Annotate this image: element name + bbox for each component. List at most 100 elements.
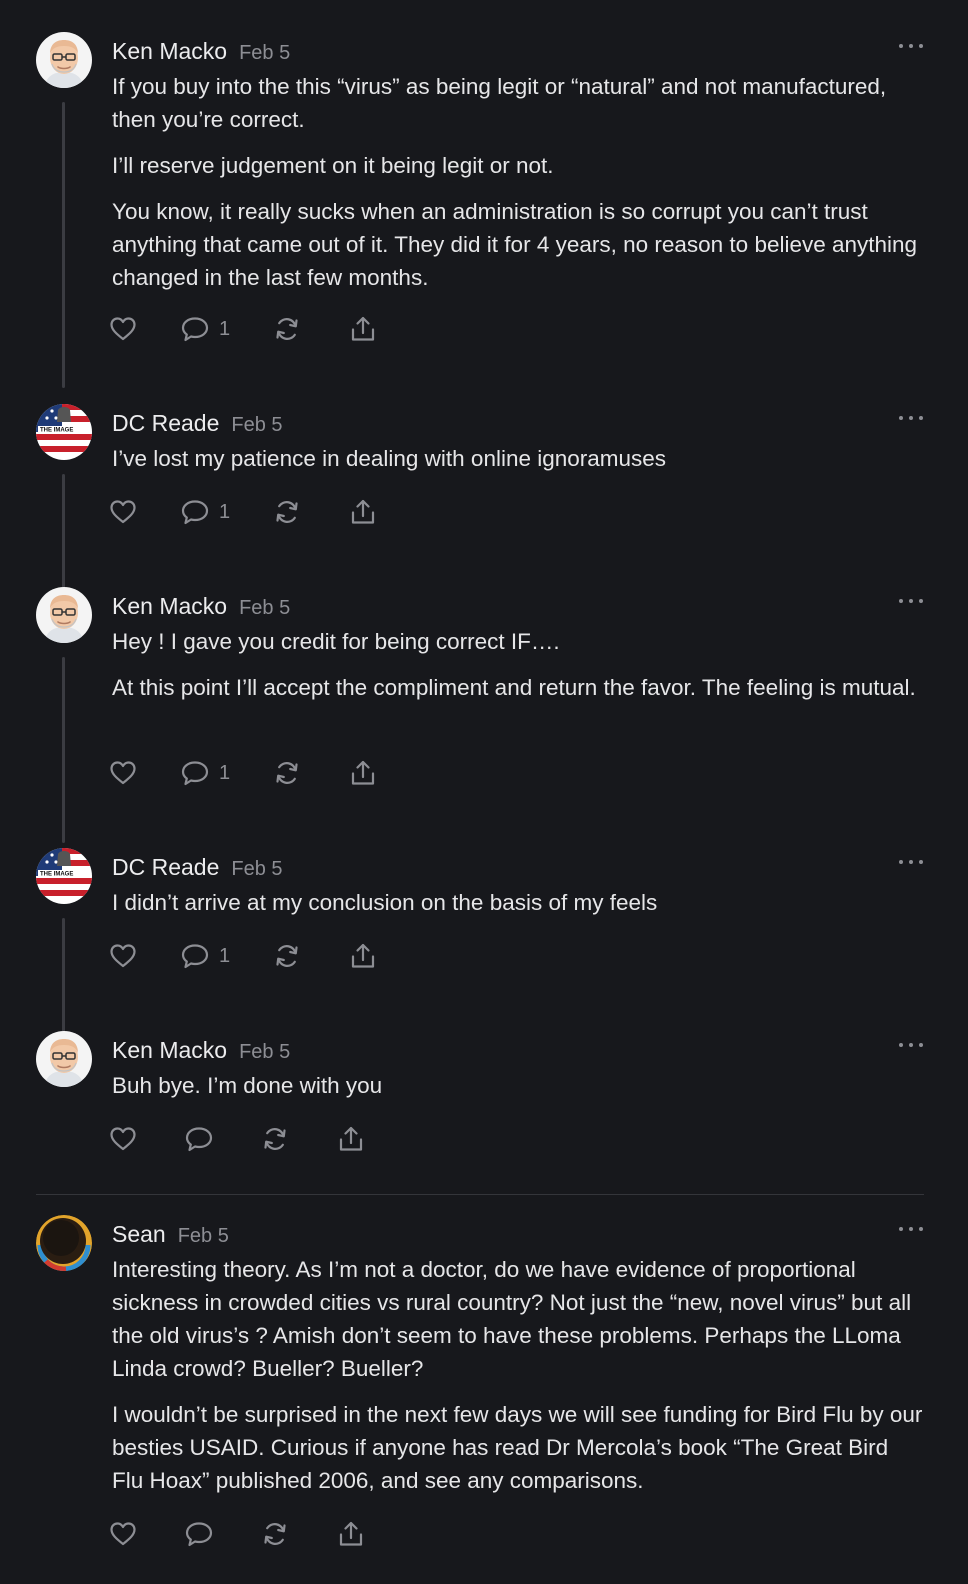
comment-body: I’ve lost my patience in dealing with on… [112, 442, 924, 488]
comment-bubble-icon [180, 314, 210, 344]
comment-paragraph: Interesting theory. As I’m not a doctor,… [112, 1257, 912, 1381]
restack-button[interactable] [272, 939, 302, 973]
like-button[interactable] [108, 939, 138, 973]
thread-line [62, 657, 65, 843]
the-image-flag-avatar [36, 848, 92, 904]
heart-icon [108, 314, 138, 344]
the-image-flag-avatar [36, 404, 92, 460]
comment-paragraph: If you buy into the this “virus” as bein… [112, 74, 887, 132]
reply-count: 1 [219, 761, 231, 784]
share-button[interactable] [348, 939, 378, 973]
heart-icon [108, 941, 138, 971]
comment-bubble-icon [180, 758, 210, 788]
comment-date[interactable]: Feb 5 [239, 597, 290, 619]
reply-button[interactable] [184, 1122, 214, 1156]
comment-date[interactable]: Feb 5 [178, 1225, 229, 1247]
reply-button[interactable]: 1 [180, 312, 230, 346]
dark-circle-gradient-avatar [36, 1215, 92, 1271]
restack-icon [272, 941, 302, 971]
share-button[interactable] [348, 756, 378, 790]
comment-bubble-icon [184, 1124, 214, 1154]
restack-button[interactable] [260, 1517, 290, 1551]
restack-button[interactable] [272, 756, 302, 790]
restack-icon [272, 758, 302, 788]
author-name[interactable]: Ken Macko [112, 593, 227, 619]
share-icon [348, 314, 378, 344]
comment-body: I didn’t arrive at my conclusion on the … [112, 886, 924, 932]
bald-man-glasses-avatar [36, 587, 92, 643]
comment-bubble-icon [180, 941, 210, 971]
author-name[interactable]: Sean [112, 1221, 166, 1247]
comment-paragraph: I’ve lost my patience in dealing with on… [112, 446, 667, 471]
restack-button[interactable] [272, 312, 302, 346]
reply-button[interactable]: 1 [180, 495, 230, 529]
comment-paragraph: I didn’t arrive at my conclusion on the … [112, 890, 658, 915]
heart-icon [108, 758, 138, 788]
thread-line [62, 102, 65, 388]
comment-date[interactable]: Feb 5 [231, 858, 282, 880]
author-name[interactable]: DC Reade [112, 854, 219, 880]
reply-count: 1 [219, 317, 231, 340]
share-button[interactable] [336, 1122, 366, 1156]
share-button[interactable] [336, 1517, 366, 1551]
comment-paragraph: Buh bye. I’m done with you [112, 1073, 383, 1098]
share-icon [336, 1124, 366, 1154]
heart-icon [108, 497, 138, 527]
avatar[interactable] [36, 32, 92, 88]
author-name[interactable]: Ken Macko [112, 38, 227, 64]
reply-count: 1 [219, 500, 231, 523]
comment-date[interactable]: Feb 5 [231, 414, 282, 436]
bald-man-glasses-avatar [36, 32, 92, 88]
share-button[interactable] [348, 495, 378, 529]
restack-icon [260, 1124, 290, 1154]
like-button[interactable] [108, 756, 138, 790]
comment-date[interactable]: Feb 5 [239, 1041, 290, 1063]
comment-body: Interesting theory. As I’m not a doctor,… [112, 1253, 924, 1510]
comment-body: Hey ! I gave you credit for being correc… [112, 625, 924, 717]
comment-body: Buh bye. I’m done with you [112, 1069, 924, 1115]
comment-paragraph: At this point I’ll accept the compliment… [112, 675, 916, 700]
comment-paragraph: I wouldn’t be surprised in the next few … [112, 1402, 923, 1493]
avatar[interactable] [36, 404, 92, 460]
more-options-icon[interactable] [896, 591, 926, 611]
share-icon [348, 941, 378, 971]
more-options-icon[interactable] [896, 1035, 926, 1055]
heart-icon [108, 1519, 138, 1549]
restack-icon [260, 1519, 290, 1549]
share-icon [336, 1519, 366, 1549]
like-button[interactable] [108, 495, 138, 529]
more-options-icon[interactable] [896, 852, 926, 872]
reply-button[interactable] [184, 1517, 214, 1551]
comment-paragraph: I’ll reserve judgement on it being legit… [112, 153, 554, 178]
reply-count: 1 [219, 944, 231, 967]
more-options-icon[interactable] [896, 1219, 926, 1239]
avatar[interactable] [36, 1031, 92, 1087]
reply-button[interactable]: 1 [180, 756, 230, 790]
like-button[interactable] [108, 312, 138, 346]
comment-body: If you buy into the this “virus” as bein… [112, 70, 924, 307]
avatar[interactable] [36, 587, 92, 643]
thread-line [62, 474, 65, 600]
share-button[interactable] [348, 312, 378, 346]
like-button[interactable] [108, 1122, 138, 1156]
avatar[interactable] [36, 848, 92, 904]
more-options-icon[interactable] [896, 36, 926, 56]
avatar[interactable] [36, 1215, 92, 1271]
comment-paragraph: You know, it really sucks when an admini… [112, 199, 918, 290]
comment-bubble-icon [184, 1519, 214, 1549]
share-icon [348, 758, 378, 788]
comment-paragraph: Hey ! I gave you credit for being correc… [112, 629, 560, 654]
author-name[interactable]: Ken Macko [112, 1037, 227, 1063]
divider [36, 1194, 924, 1195]
restack-button[interactable] [260, 1122, 290, 1156]
restack-button[interactable] [272, 495, 302, 529]
more-options-icon[interactable] [896, 408, 926, 428]
bald-man-glasses-avatar [36, 1031, 92, 1087]
restack-icon [272, 497, 302, 527]
comment-bubble-icon [180, 497, 210, 527]
comment-date[interactable]: Feb 5 [239, 42, 290, 64]
like-button[interactable] [108, 1517, 138, 1551]
reply-button[interactable]: 1 [180, 939, 230, 973]
author-name[interactable]: DC Reade [112, 410, 219, 436]
restack-icon [272, 314, 302, 344]
